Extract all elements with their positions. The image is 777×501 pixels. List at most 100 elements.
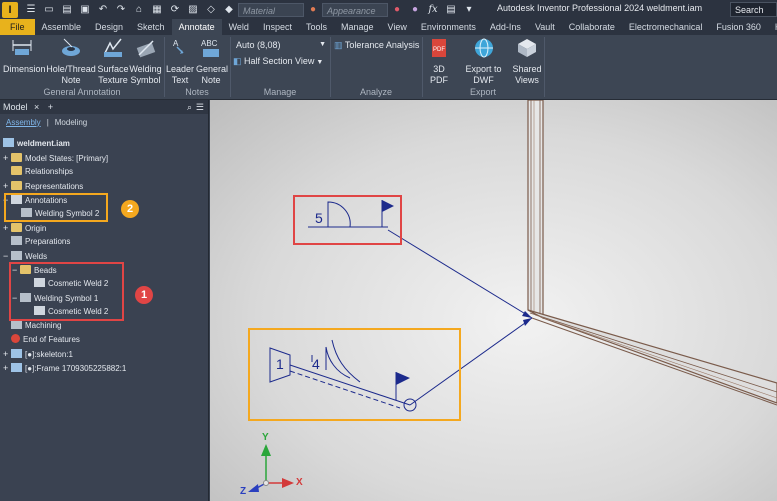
leader-arrowhead — [522, 311, 532, 318]
customize-icon[interactable]: ▾ — [462, 3, 476, 17]
close-icon[interactable]: × — [34, 102, 39, 112]
folder-icon — [11, 166, 22, 175]
graphics-viewport[interactable]: 5 1 4 Y X Z — [210, 100, 777, 501]
export-to-dwf-button[interactable]: Export to DWF — [455, 37, 512, 86]
svg-text:A: A — [173, 39, 179, 48]
tree-item-origin[interactable]: + Origin — [3, 222, 46, 234]
welding-symbol-2-highlight — [248, 328, 461, 421]
triad-x-label: X — [296, 477, 303, 488]
tab-tools[interactable]: Tools — [299, 19, 334, 35]
tree-item-model-states[interactable]: + Model States: [Primary] — [3, 152, 108, 164]
tolerance-analysis-button[interactable]: ▥ Tolerance Analysis — [334, 38, 419, 52]
general-note-button[interactable]: ABC General Note — [196, 37, 228, 86]
add-tab-icon[interactable]: + — [48, 102, 53, 112]
clear-appearance-icon[interactable]: ● — [390, 3, 404, 17]
tab-holixa[interactable]: Holixa T4I — [768, 19, 777, 35]
end-of-features-icon — [11, 334, 20, 343]
tab-sketch[interactable]: Sketch — [130, 19, 172, 35]
tab-model[interactable]: Model — [3, 102, 28, 112]
redo-icon[interactable]: ↷ — [114, 3, 128, 17]
subtab-modeling[interactable]: Modeling — [52, 118, 90, 127]
hole-note-icon — [62, 38, 80, 56]
leader-line-1 — [387, 229, 533, 319]
dwf-globe-icon — [474, 38, 493, 58]
tab-environments[interactable]: Environments — [414, 19, 483, 35]
tab-add-ins[interactable]: Add-Ins — [483, 19, 528, 35]
tree-item-skeleton[interactable]: + [●]:skeleton:1 — [3, 348, 73, 360]
chevron-down-icon: ▼ — [314, 59, 324, 66]
triad-y-label: Y — [262, 432, 269, 443]
home-icon[interactable]: ⌂ — [132, 3, 146, 17]
tab-annotate[interactable]: Annotate — [171, 19, 222, 35]
model-canvas — [248, 100, 777, 492]
menu-icon[interactable]: ☰ — [196, 100, 204, 114]
undo-icon[interactable]: ↶ — [96, 3, 110, 17]
update-icon[interactable]: ⟳ — [168, 3, 182, 17]
inventor-logo[interactable]: I — [2, 1, 18, 18]
3d-pdf-button[interactable]: PDF 3D PDF — [424, 37, 454, 86]
view-triad[interactable] — [248, 444, 294, 492]
leader-text-button[interactable]: A Leader Text — [166, 37, 194, 86]
tab-inspect[interactable]: Inspect — [256, 19, 299, 35]
adjust-icon[interactable]: ● — [408, 3, 422, 17]
dimension-button[interactable]: Dimension — [3, 37, 46, 75]
tab-design[interactable]: Design — [88, 19, 130, 35]
tab-fusion-360[interactable]: Fusion 360 — [709, 19, 768, 35]
new-file-icon[interactable]: ▭ — [42, 3, 56, 17]
expand-icon[interactable]: + — [3, 152, 11, 164]
tree-item-frame[interactable]: + [●]:Frame 1709305225882:1 — [3, 362, 126, 374]
save-icon[interactable]: ▣ — [78, 3, 92, 17]
frame-geometry — [527, 100, 777, 406]
tree-item-preparations[interactable]: Preparations — [3, 236, 70, 248]
tree-item-representations[interactable]: + Representations — [3, 180, 83, 192]
tab-weld[interactable]: Weld — [222, 19, 256, 35]
surface-texture-button[interactable]: Surface Texture — [97, 37, 129, 86]
welding-symbol-button[interactable]: Welding Symbol — [129, 37, 162, 86]
collapse-icon[interactable]: − — [3, 250, 11, 262]
tree-item-relationships[interactable]: Relationships — [3, 166, 73, 178]
material-field[interactable]: Material — [238, 2, 304, 17]
expand-icon[interactable]: + — [3, 222, 11, 234]
tab-file[interactable]: File — [0, 19, 35, 35]
triad-z-label: Z — [240, 486, 247, 497]
select-icon[interactable]: ▦ — [150, 3, 164, 17]
leader-arrowhead — [523, 318, 532, 326]
svg-text:ABC: ABC — [201, 39, 218, 48]
open-icon[interactable]: ▤ — [60, 3, 74, 17]
shared-views-button[interactable]: Shared Views — [512, 37, 542, 86]
tree-item-welds[interactable]: − Welds — [3, 250, 47, 262]
fx-icon[interactable]: fx — [426, 3, 440, 17]
tab-vault[interactable]: Vault — [528, 19, 562, 35]
search-help-field[interactable]: Search Help — [730, 2, 777, 30]
expand-icon[interactable]: + — [3, 348, 11, 360]
callout-badge-1: 1 — [135, 286, 153, 304]
tab-assemble[interactable]: Assemble — [35, 19, 89, 35]
scale-dropdown[interactable]: Auto (8,08) ▼ — [233, 38, 328, 52]
tree-item-root[interactable]: weldment.iam — [3, 138, 70, 150]
expand-icon[interactable]: + — [3, 362, 11, 374]
appearance-field[interactable]: Appearance — [322, 2, 388, 17]
tab-view[interactable]: View — [381, 19, 414, 35]
tab-collaborate[interactable]: Collaborate — [562, 19, 622, 35]
plane-icon[interactable]: ◇ — [204, 3, 218, 17]
measure-icon[interactable]: ▨ — [186, 3, 200, 17]
hole-thread-note-button[interactable]: Hole/Thread Note — [45, 37, 97, 86]
search-icon[interactable]: ⌕ — [187, 100, 192, 114]
half-section-view-button[interactable]: ◧ Half Section View ▼ — [233, 54, 323, 70]
tolerance-analysis-icon: ▥ — [334, 40, 345, 50]
ribbon-tabs: File Assemble Design Sketch Annotate Wel… — [0, 19, 777, 35]
tab-manage[interactable]: Manage — [334, 19, 381, 35]
expand-icon[interactable]: + — [3, 180, 11, 192]
print-icon[interactable]: ▤ — [444, 3, 458, 17]
ribbon-panel: Dimension Hole/Thread Note Surface Textu… — [0, 35, 777, 100]
subtab-assembly[interactable]: Assembly — [3, 118, 44, 127]
tree-item-end-of-features[interactable]: End of Features — [3, 334, 80, 346]
assembly-icon — [3, 138, 14, 147]
color-icon[interactable]: ◆ — [222, 3, 236, 17]
tree-item-machining[interactable]: Machining — [3, 320, 61, 332]
general-annotation-group-label: General Annotation — [43, 87, 121, 97]
menu-icon[interactable]: ☰ — [24, 3, 38, 17]
window-title: Autodesk Inventor Professional 2024 weld… — [497, 3, 703, 13]
folder-icon — [11, 153, 22, 162]
tab-electromechanical[interactable]: Electromechanical — [622, 19, 710, 35]
